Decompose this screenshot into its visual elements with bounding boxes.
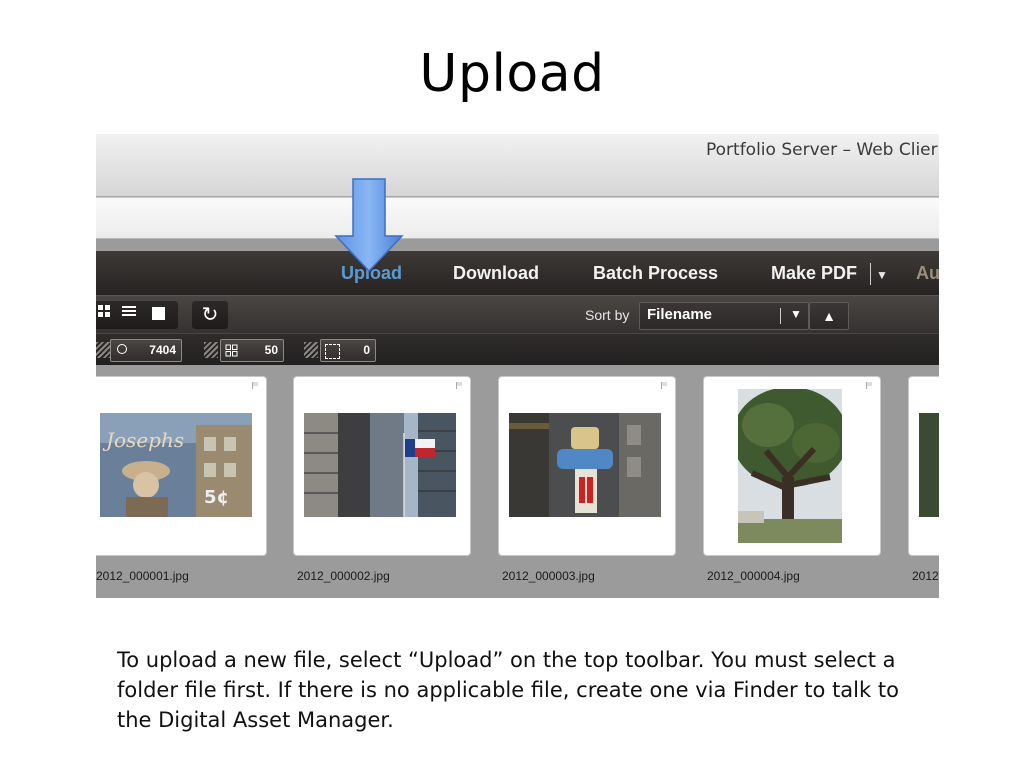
file-name: 2012: [912, 569, 939, 583]
flag-icon[interactable]: [661, 382, 667, 389]
thumbnail-image: [509, 413, 661, 517]
file-name: 2012_000004.jpg: [707, 569, 800, 583]
flag-icon[interactable]: [252, 382, 258, 389]
thumbnail-card[interactable]: [498, 376, 676, 556]
file-name: 2012_000001.jpg: [96, 569, 189, 583]
sort-by-label: Sort by: [585, 307, 630, 323]
list-view-icon[interactable]: [122, 306, 136, 318]
view-options-bar: ↻ Sort by Filename ▼ ▲: [96, 295, 939, 334]
grid-view-icon[interactable]: [98, 305, 110, 317]
address-bar[interactable]: [96, 197, 939, 239]
app-screenshot: Portfolio Server – Web Clier Upload Down…: [96, 134, 939, 598]
top-toolbar: Upload Download Batch Process Make PDF ▼…: [96, 251, 939, 295]
found-count: 7404: [149, 343, 176, 357]
thumbnail-image: [304, 413, 456, 517]
gallery-grid-icon: [225, 344, 238, 357]
download-button[interactable]: Download: [453, 263, 539, 284]
batch-process-button[interactable]: Batch Process: [593, 263, 718, 284]
more-toolbar-button[interactable]: Au: [916, 263, 939, 284]
thumbnail-card[interactable]: [703, 376, 881, 556]
pdf-divider: [870, 263, 871, 285]
window-title: Portfolio Server – Web Clier: [706, 140, 938, 160]
chevron-pattern-icon: [204, 342, 218, 358]
make-pdf-button[interactable]: Make PDF: [771, 263, 857, 284]
window-titlebar: Portfolio Server – Web Clier: [96, 134, 939, 197]
thumbnail-card[interactable]: Josephs 5¢: [96, 376, 267, 556]
magnifier-icon: [117, 344, 127, 354]
make-pdf-dropdown-icon[interactable]: ▼: [876, 268, 888, 282]
found-count-badge[interactable]: 7404: [110, 339, 182, 362]
flag-icon[interactable]: [456, 382, 462, 389]
thumbnail-image: [919, 413, 939, 517]
thumbnail-gallery: Josephs 5¢ 2012_000001.jpg 2012_000002.j…: [96, 365, 939, 598]
thumbnail-image: Josephs 5¢: [100, 413, 252, 517]
slide-title: Upload: [419, 44, 605, 104]
file-name: 2012_000002.jpg: [297, 569, 390, 583]
slide-caption: To upload a new file, select “Upload” on…: [117, 648, 899, 732]
select-divider: [780, 308, 781, 324]
flag-icon[interactable]: [866, 382, 872, 389]
sort-field-value: Filename: [647, 306, 713, 323]
thumbnail-card[interactable]: [908, 376, 939, 556]
selected-count-badge[interactable]: 0: [320, 339, 376, 362]
grid-count: 50: [264, 343, 278, 357]
thumbnail-card[interactable]: [293, 376, 471, 556]
svg-text:Josephs: Josephs: [102, 428, 184, 452]
thumbnail-image: [738, 389, 842, 543]
sort-field-select[interactable]: Filename ▼: [639, 302, 809, 330]
single-view-icon[interactable]: [152, 307, 165, 320]
selection-box-icon: [325, 344, 340, 359]
grid-count-badge[interactable]: 50: [220, 339, 284, 362]
chevron-pattern-icon: [96, 342, 110, 358]
down-arrow-icon: [334, 178, 404, 272]
chevron-pattern-icon: [304, 342, 318, 358]
svg-text:5¢: 5¢: [204, 487, 229, 508]
file-name: 2012_000003.jpg: [502, 569, 595, 583]
sort-ascending-button[interactable]: ▲: [809, 302, 849, 330]
selection-count-bar: 7404 50 0: [96, 333, 939, 366]
chevron-down-icon: ▼: [790, 307, 802, 321]
refresh-icon[interactable]: ↻: [192, 301, 228, 329]
selected-count: 0: [363, 343, 370, 357]
